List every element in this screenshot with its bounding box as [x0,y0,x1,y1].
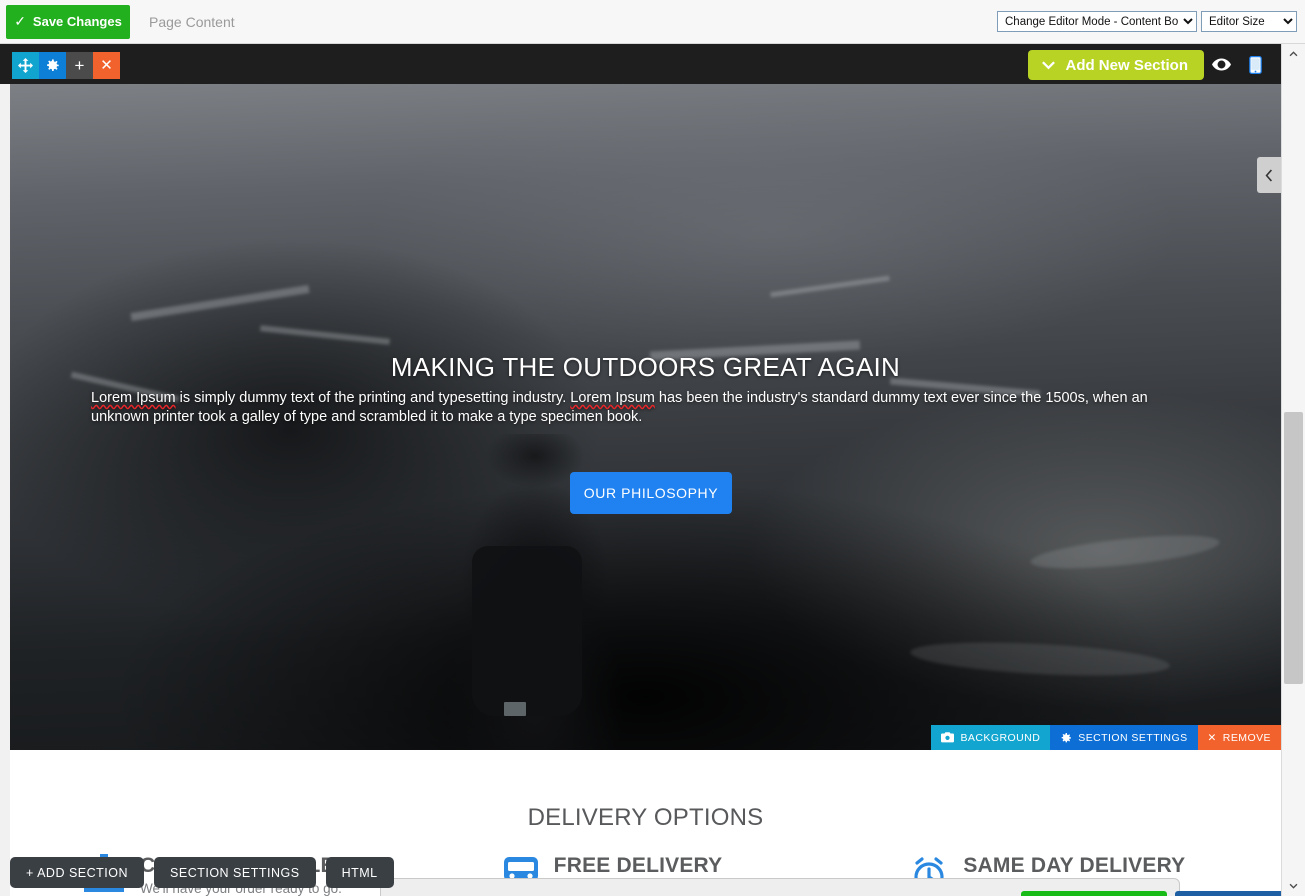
panel-collapse-toggle[interactable] [1257,157,1281,193]
background-label: BACKGROUND [960,731,1041,744]
background-button[interactable]: BACKGROUND [931,725,1051,750]
close-x-icon[interactable]: ✕ [93,52,120,79]
html-button[interactable]: HTML [325,857,394,888]
mobile-phone-icon[interactable] [1249,55,1262,79]
delivery-options-title: DELIVERY OPTIONS [527,804,764,831]
chevron-down-icon[interactable] [1282,876,1305,896]
delivery-option-heading: FREE DELIVERY [553,854,723,877]
top-bar: ✓ Save Changes Page Content Change Edito… [0,0,1305,44]
section-settings-label: SECTION SETTINGS [1078,731,1188,744]
bottom-dialog-panel[interactable] [380,878,1281,896]
dialog-primary-button[interactable] [1021,891,1167,896]
hero-paragraph[interactable]: Lorem Ipsum is simply dummy text of the … [91,389,1201,427]
gear-icon [1061,732,1072,742]
chevron-down-icon [1042,61,1056,70]
section-settings-button-floating[interactable]: SECTION SETTINGS [154,857,316,888]
check-icon: ✓ [14,13,26,29]
hero-section[interactable]: MAKING THE OUTDOORS GREAT AGAIN Lorem Ip… [10,84,1281,750]
vertical-scrollbar[interactable] [1281,44,1305,896]
hero-title: MAKING THE OUTDOORS GREAT AGAIN [390,352,901,382]
add-section-button[interactable]: + ADD SECTION [10,857,145,888]
save-changes-button[interactable]: ✓ Save Changes [6,4,130,39]
our-philosophy-button[interactable]: OUR PHILOSOPHY [570,472,732,514]
close-x-icon: ✕ [1207,731,1217,744]
page-content-label: Page Content [149,13,235,30]
spellcheck-word: Lorem Ipsum [91,390,176,406]
move-arrows-icon[interactable] [12,52,39,79]
section-action-bar: BACKGROUND SECTION SETTINGS ✕ REMOVE [931,725,1281,750]
section-tool-group: + ✕ [12,52,120,79]
camera-icon [941,732,955,743]
editor-canvas: + ✕ Add New Section MAKING THE OUTDOORS … [0,44,1281,896]
chevron-up-icon[interactable] [1282,44,1305,64]
section-toolbar: + ✕ Add New Section [0,44,1281,84]
chevron-left-icon [1265,168,1273,182]
remove-label: REMOVE [1222,731,1271,744]
remove-section-button[interactable]: ✕ REMOVE [1197,725,1281,750]
scrollbar-thumb[interactable] [1284,412,1303,684]
delivery-option-heading: SAME DAY DELIVERY [963,854,1186,877]
hero-paragraph-text-1: is simply dummy text of the printing and… [175,390,571,406]
hero-content: MAKING THE OUTDOORS GREAT AGAIN Lorem Ip… [10,84,1281,750]
top-bar-controls: Change Editor Mode - Content Box Editor … [997,11,1297,32]
section-settings-button[interactable]: SECTION SETTINGS [1050,725,1198,750]
save-changes-label: Save Changes [32,14,122,29]
eye-icon[interactable] [1212,58,1231,76]
canvas-left-gutter [0,44,10,896]
editor-size-select[interactable]: Editor Size [1201,11,1297,32]
floating-editor-buttons: + ADD SECTION SECTION SETTINGS HTML [10,857,394,888]
add-new-section-label: Add New Section [1065,56,1188,74]
plus-icon[interactable]: + [66,52,93,79]
gear-icon[interactable] [39,52,66,79]
editor-mode-select[interactable]: Change Editor Mode - Content Box [997,11,1197,32]
dialog-secondary-button[interactable] [1175,891,1281,896]
spellcheck-word: Lorem Ipsum [570,390,655,406]
add-new-section-button[interactable]: Add New Section [1028,50,1204,80]
